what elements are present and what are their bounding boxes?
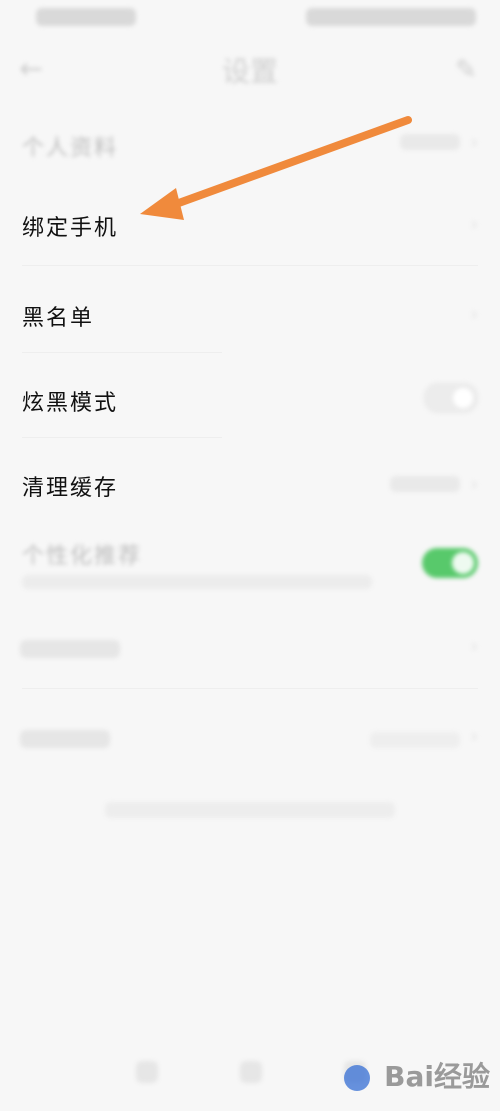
- nav-item-2[interactable]: [240, 1061, 262, 1083]
- edit-icon[interactable]: ✎: [450, 54, 482, 86]
- row-label: 炫黑模式: [22, 391, 119, 416]
- watermark: Bai经验: [340, 1055, 490, 1095]
- hint-text: [0, 802, 500, 822]
- profile-value: [400, 134, 460, 150]
- nav-item-1[interactable]: [136, 1061, 158, 1083]
- dark-mode-toggle[interactable]: [424, 383, 478, 413]
- status-bar-left: [36, 8, 136, 26]
- chevron-right-icon: ›: [470, 304, 478, 325]
- divider: [22, 352, 222, 353]
- row-label: 个性化推荐: [22, 544, 143, 569]
- baidu-paw-icon: [344, 1065, 371, 1091]
- chevron-right-icon: ›: [470, 132, 478, 153]
- recommendation-toggle[interactable]: [422, 548, 478, 578]
- row-label: 绑定手机: [22, 216, 119, 241]
- row-label: 黑名单: [22, 306, 95, 331]
- watermark-text: Bai经验: [384, 1060, 490, 1093]
- row-value-placeholder: [370, 732, 460, 748]
- cache-size: [390, 476, 460, 492]
- settings-row-bind-phone[interactable]: 绑定手机 ›: [0, 200, 500, 260]
- row-label-placeholder: [20, 730, 110, 748]
- status-bar: [0, 0, 500, 40]
- page-title: 设置: [221, 55, 278, 88]
- settings-row-dark-mode[interactable]: 炫黑模式: [0, 375, 500, 435]
- chevron-right-icon: ›: [470, 474, 478, 495]
- row-label: 个人资料: [22, 136, 119, 161]
- settings-row-blurred-1[interactable]: ›: [0, 630, 500, 670]
- divider: [22, 688, 478, 689]
- settings-row-personalized-recommendation[interactable]: 个性化推荐: [0, 530, 500, 610]
- settings-row-blacklist[interactable]: 黑名单 ›: [0, 290, 500, 350]
- divider: [22, 437, 222, 438]
- header: ← 设置 ✎: [0, 40, 500, 100]
- settings-row-blurred-2[interactable]: ›: [0, 720, 500, 760]
- row-label-placeholder: [20, 640, 120, 658]
- row-label: 清理缓存: [22, 476, 119, 501]
- divider: [22, 265, 478, 266]
- chevron-right-icon: ›: [470, 726, 478, 747]
- settings-row-profile[interactable]: 个人资料 ›: [0, 120, 500, 170]
- back-arrow-icon[interactable]: ←: [16, 54, 46, 84]
- row-subtext: [22, 575, 372, 589]
- chevron-right-icon: ›: [470, 636, 478, 657]
- chevron-right-icon: ›: [470, 214, 478, 235]
- status-bar-right: [306, 8, 476, 26]
- settings-row-clear-cache[interactable]: 清理缓存 ›: [0, 460, 500, 520]
